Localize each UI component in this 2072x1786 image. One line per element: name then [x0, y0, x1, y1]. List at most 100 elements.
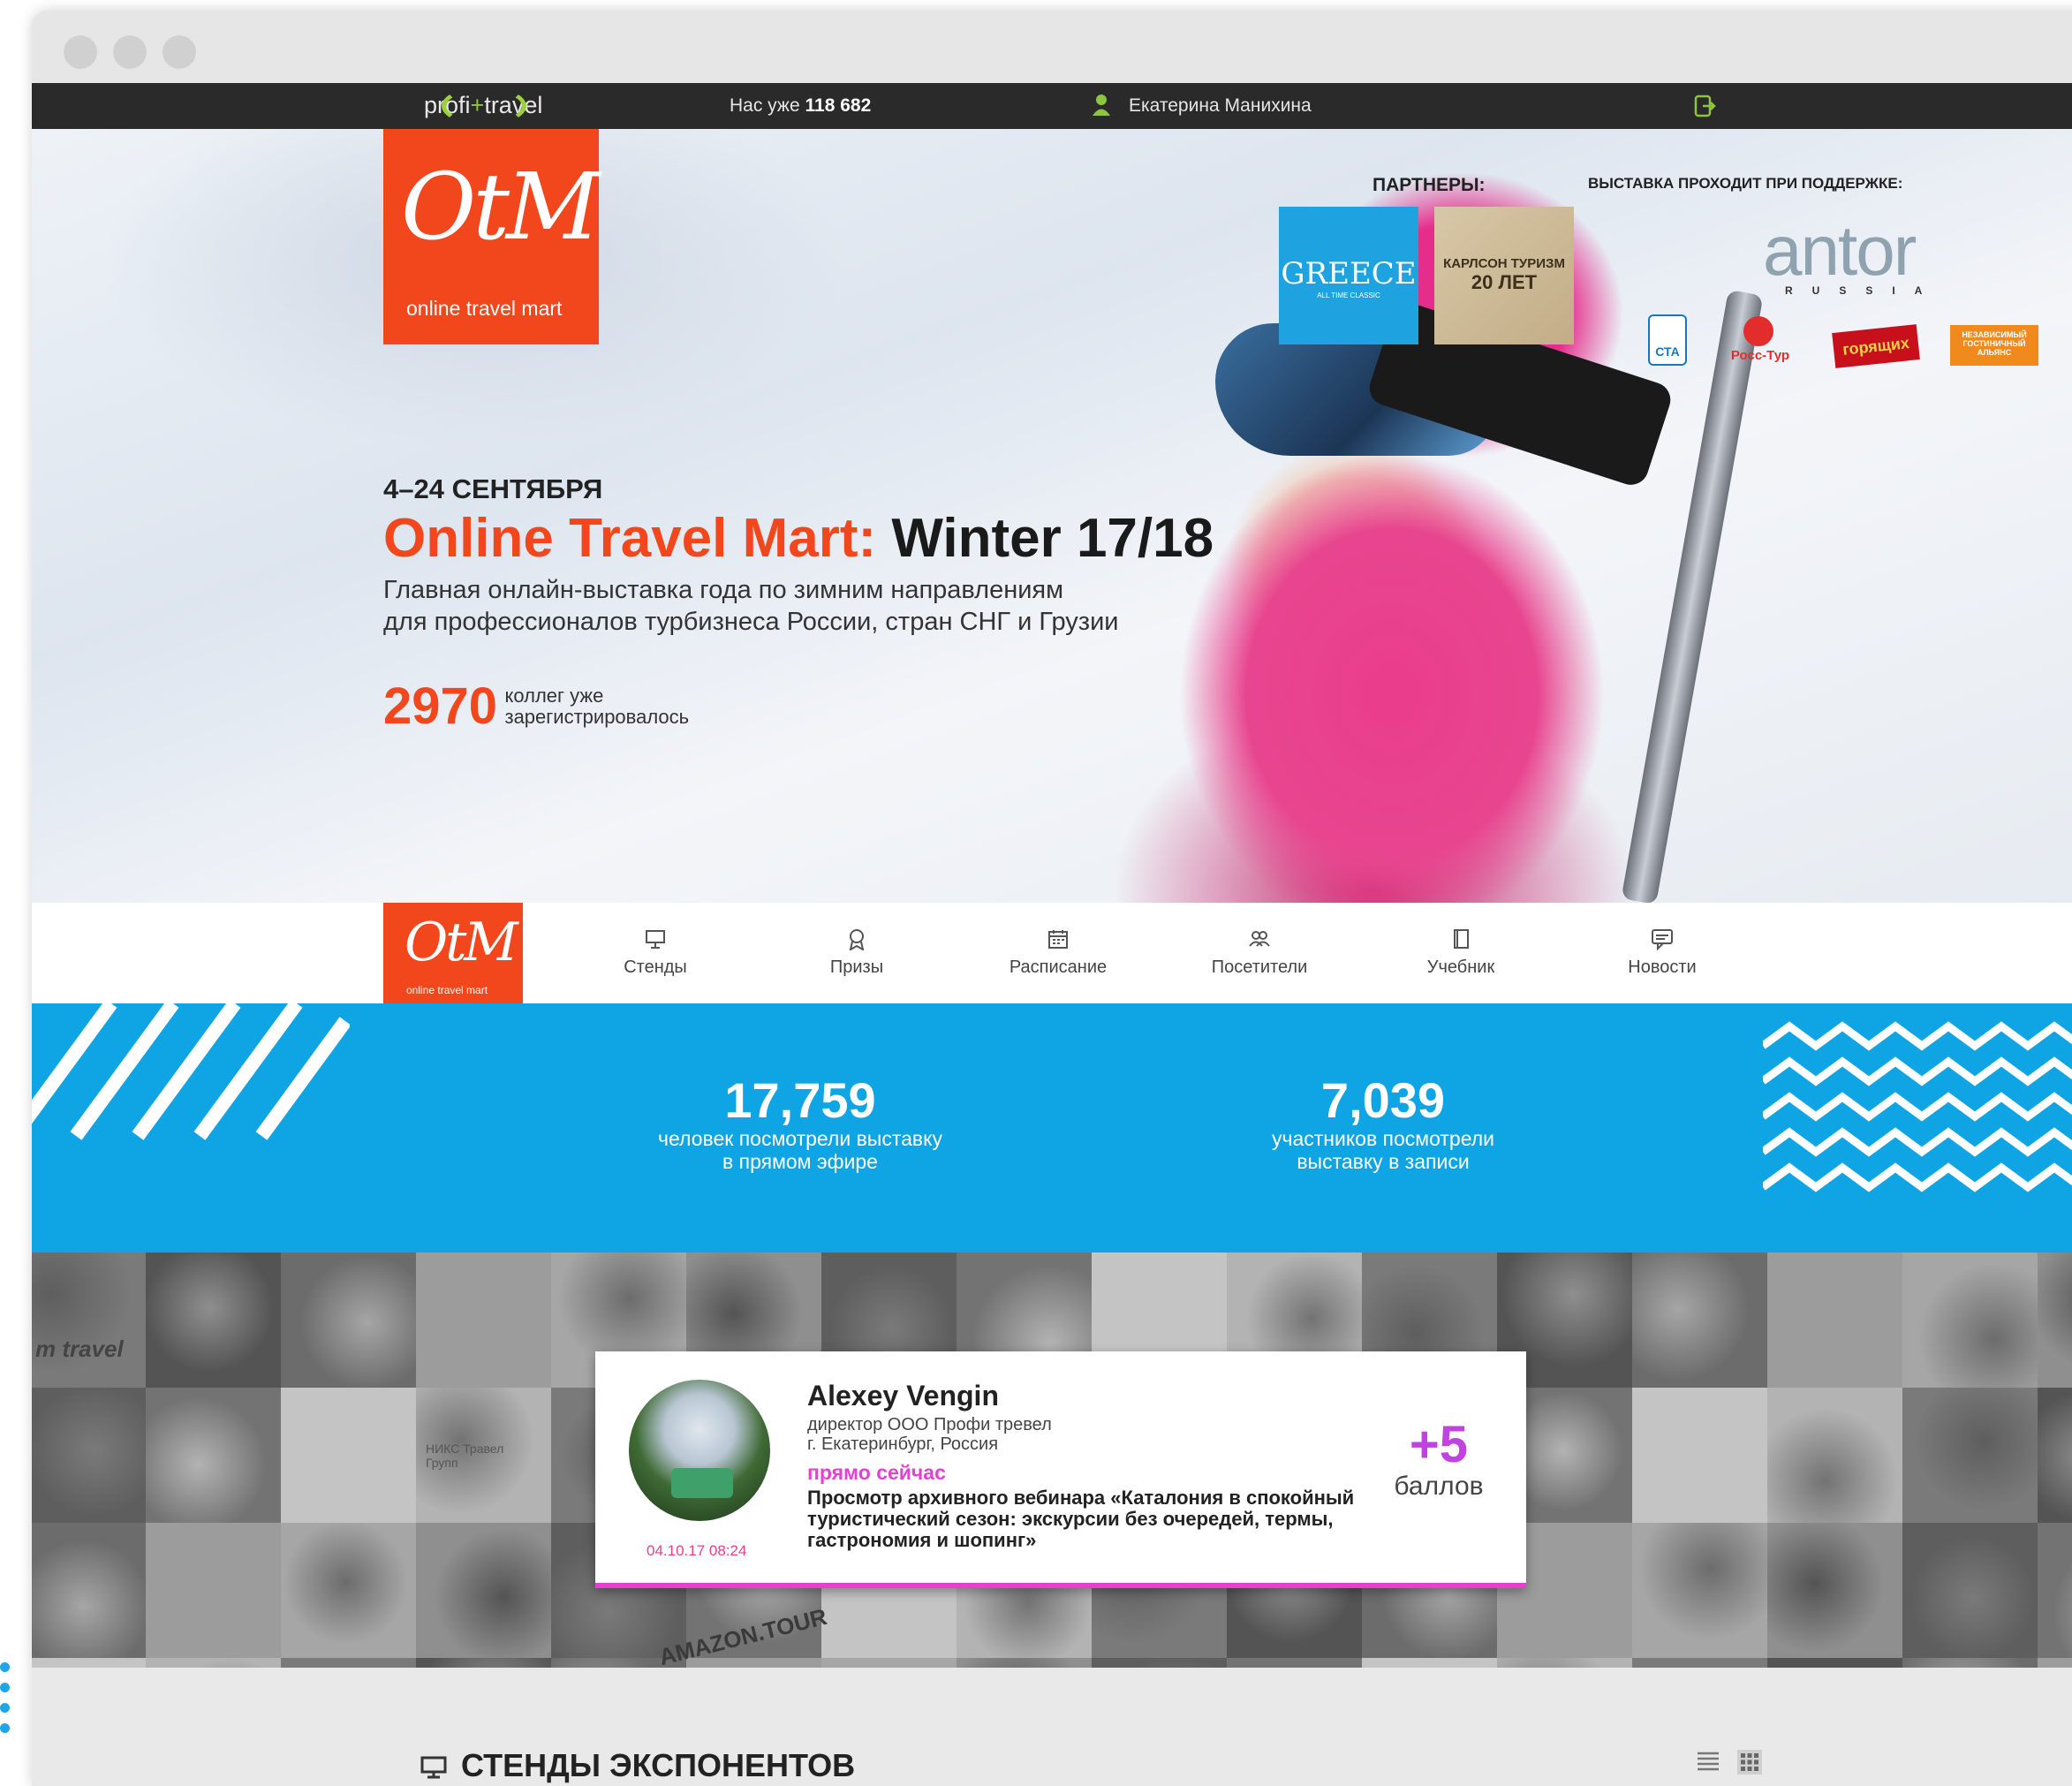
nav-item-news[interactable]: Новости — [1583, 927, 1742, 978]
mosaic-photo-tile[interactable] — [32, 1388, 146, 1523]
mosaic-photo-tile[interactable] — [2038, 1388, 2072, 1523]
support-cta-logo[interactable]: СТА — [1648, 314, 1687, 366]
activity-timestamp: 04.10.17 08:24 — [647, 1542, 747, 1559]
mosaic-photo-tile[interactable] — [1767, 1388, 1902, 1523]
event-description: Главная онлайн-выставка года по зимним н… — [383, 576, 1119, 636]
nav-item-prizes[interactable]: Призы — [777, 927, 936, 978]
mosaic-photo-tile[interactable] — [1767, 1658, 1902, 1668]
partners-label: ПАРТНЕРЫ: — [1373, 175, 1486, 195]
mosaic-photo-tile[interactable] — [281, 1252, 416, 1388]
mosaic-photo-tile[interactable] — [32, 1658, 146, 1668]
mosaic-photo-tile[interactable] — [1632, 1658, 1767, 1668]
mosaic-photo-tile[interactable] — [2038, 1252, 2072, 1388]
maximize-dot-icon[interactable] — [163, 35, 196, 69]
list-view-icon[interactable] — [1696, 1749, 1720, 1774]
mosaic-photo-tile[interactable] — [32, 1252, 146, 1388]
avatar[interactable] — [629, 1380, 770, 1521]
decor-dots — [0, 1662, 12, 1777]
support-antor-sub: RUSSIA — [1785, 284, 1942, 297]
support-antor-logo[interactable]: antor — [1763, 210, 1917, 291]
mosaic-photo-tile[interactable] — [32, 1523, 146, 1658]
mosaic-photo-tile[interactable] — [957, 1658, 1092, 1668]
stat-recorded-viewers: 7,039 участников посмотрели выставку в з… — [1271, 1072, 1495, 1174]
user-icon — [1093, 95, 1110, 116]
activity-user-name[interactable]: Alexey Vengin — [807, 1380, 999, 1412]
award-icon — [849, 929, 865, 950]
logo-ring-icon — [442, 87, 526, 125]
mosaic-photo-tile[interactable] — [2038, 1658, 2072, 1668]
stat-live-viewers: 17,759 человек посмотрели выставку в пря… — [658, 1072, 942, 1174]
nav-otm-logo[interactable]: OtM online travel mart — [383, 903, 523, 1003]
main-nav: OtM online travel mart Стенды Призы Расп… — [32, 903, 2072, 1003]
mosaic-photo-tile[interactable] — [1632, 1252, 1767, 1388]
activity-user-role: директор ООО Профи тревел г. Екатеринбург… — [807, 1415, 1052, 1454]
zigzag-decor — [1763, 1021, 2072, 1192]
mosaic-photo-tile[interactable] — [1767, 1523, 1902, 1658]
monitor-icon — [646, 930, 665, 949]
stripes-decor — [32, 1003, 350, 1140]
nav-item-tutorial[interactable]: Учебник — [1381, 927, 1540, 978]
support-rosstur-logo[interactable]: Росс-Тур — [1720, 316, 1800, 367]
mosaic-photo-tile[interactable] — [146, 1523, 281, 1658]
activity-status: прямо сейчас — [807, 1461, 946, 1484]
mosaic-photo-tile[interactable] — [416, 1658, 551, 1668]
users-icon — [1249, 931, 1270, 947]
partner-greece-logo[interactable]: GREECE ALL TIME CLASSIC — [1279, 207, 1418, 344]
nav-item-schedule[interactable]: Расписание — [979, 927, 1138, 978]
chat-icon — [1652, 929, 1673, 950]
mosaic-photo-tile[interactable] — [1902, 1658, 2038, 1668]
grid-view-icon[interactable] — [1736, 1749, 1763, 1775]
browser-window: profi+travel Нас уже 118 682 Екатерина М… — [32, 11, 2072, 1786]
visitor-photo-mosaic: m travel НИКС Травел Групп AMAZON.TOUR 0… — [32, 1252, 2072, 1668]
section-title: СТЕНДЫ ЭКСПОНЕНТОВ — [461, 1747, 856, 1783]
nav-item-stands[interactable]: Стенды — [576, 927, 735, 978]
logout-icon[interactable] — [1692, 94, 1717, 118]
event-date: 4–24 СЕНТЯБРЯ — [383, 473, 603, 504]
book-icon — [1454, 929, 1469, 949]
nav-item-visitors[interactable]: Посетители — [1180, 927, 1339, 978]
registration-counter: 2970 коллег уже зарегистрировалось — [383, 677, 690, 735]
mosaic-niks-text: НИКС Травел Групп — [426, 1442, 504, 1470]
otm-logo[interactable]: OtM online travel mart — [383, 129, 601, 344]
mosaic-photo-tile[interactable] — [416, 1523, 551, 1658]
stats-banner: 17,759 человек посмотрели выставку в пря… — [32, 1003, 2072, 1252]
minimize-dot-icon[interactable] — [113, 35, 147, 69]
user-count: Нас уже 118 682 — [730, 95, 872, 116]
support-alians-logo[interactable]: НЕЗАВИСИМЫЙ ГОСТИНИЧНЫЙ АЛЬЯНС — [1950, 325, 2038, 366]
mosaic-photo-tile[interactable] — [1497, 1658, 1632, 1668]
event-title: Online Travel Mart: Winter 17/18 — [383, 508, 1214, 569]
mosaic-photo-tile[interactable] — [146, 1252, 281, 1388]
mosaic-photo-tile[interactable] — [1902, 1388, 2038, 1523]
mosaic-photo-tile[interactable] — [281, 1523, 416, 1658]
top-bar: profi+travel Нас уже 118 682 Екатерина М… — [32, 83, 2072, 129]
mosaic-photo-tile[interactable] — [146, 1658, 281, 1668]
mosaic-photo-tile[interactable] — [1632, 1523, 1767, 1658]
monitor-icon — [420, 1756, 447, 1779]
activity-points: +5 баллов — [1394, 1416, 1484, 1502]
mosaic-photo-tile[interactable] — [1902, 1523, 2038, 1658]
mosaic-photo-tile[interactable] — [1227, 1658, 1362, 1668]
profitravel-logo[interactable]: profi+travel — [424, 87, 542, 125]
mosaic-photo-tile[interactable] — [416, 1252, 551, 1388]
exhibitors-section: СТЕНДЫ ЭКСПОНЕНТОВ — [32, 1668, 2072, 1786]
calendar-icon — [1048, 930, 1068, 949]
user-name[interactable]: Екатерина Манихина — [1129, 95, 1312, 117]
mosaic-photo-tile[interactable] — [281, 1388, 416, 1523]
mosaic-photo-tile[interactable] — [1902, 1252, 2038, 1388]
mosaic-photo-tile[interactable] — [1362, 1658, 1497, 1668]
mosaic-photo-tile[interactable] — [281, 1658, 416, 1668]
mosaic-photo-tile[interactable] — [2038, 1523, 2072, 1658]
partner-karlson-logo[interactable]: КАРЛСОН ТУРИЗМ 20 ЛЕТ — [1434, 207, 1574, 344]
mosaic-travel-text: m travel — [35, 1336, 124, 1362]
mosaic-photo-tile[interactable] — [146, 1388, 281, 1523]
mosaic-photo-tile[interactable] — [1767, 1252, 1902, 1388]
support-label: ВЫСТАВКА ПРОХОДИТ ПРИ ПОДДЕРЖКЕ: — [1588, 175, 1903, 192]
mosaic-photo-tile[interactable] — [1092, 1658, 1227, 1668]
close-dot-icon[interactable] — [64, 35, 97, 69]
activity-card[interactable]: 04.10.17 08:24 Alexey Vengin директор ОО… — [595, 1351, 1526, 1588]
hero-banner: OtM online travel mart ПАРТНЕРЫ: ВЫСТАВК… — [32, 129, 2072, 903]
support-goryashchikh-logo[interactable]: горящих — [1832, 324, 1920, 368]
mosaic-photo-tile[interactable] — [1632, 1388, 1767, 1523]
mosaic-photo-tile[interactable] — [821, 1658, 957, 1668]
window-chrome — [32, 11, 2072, 83]
